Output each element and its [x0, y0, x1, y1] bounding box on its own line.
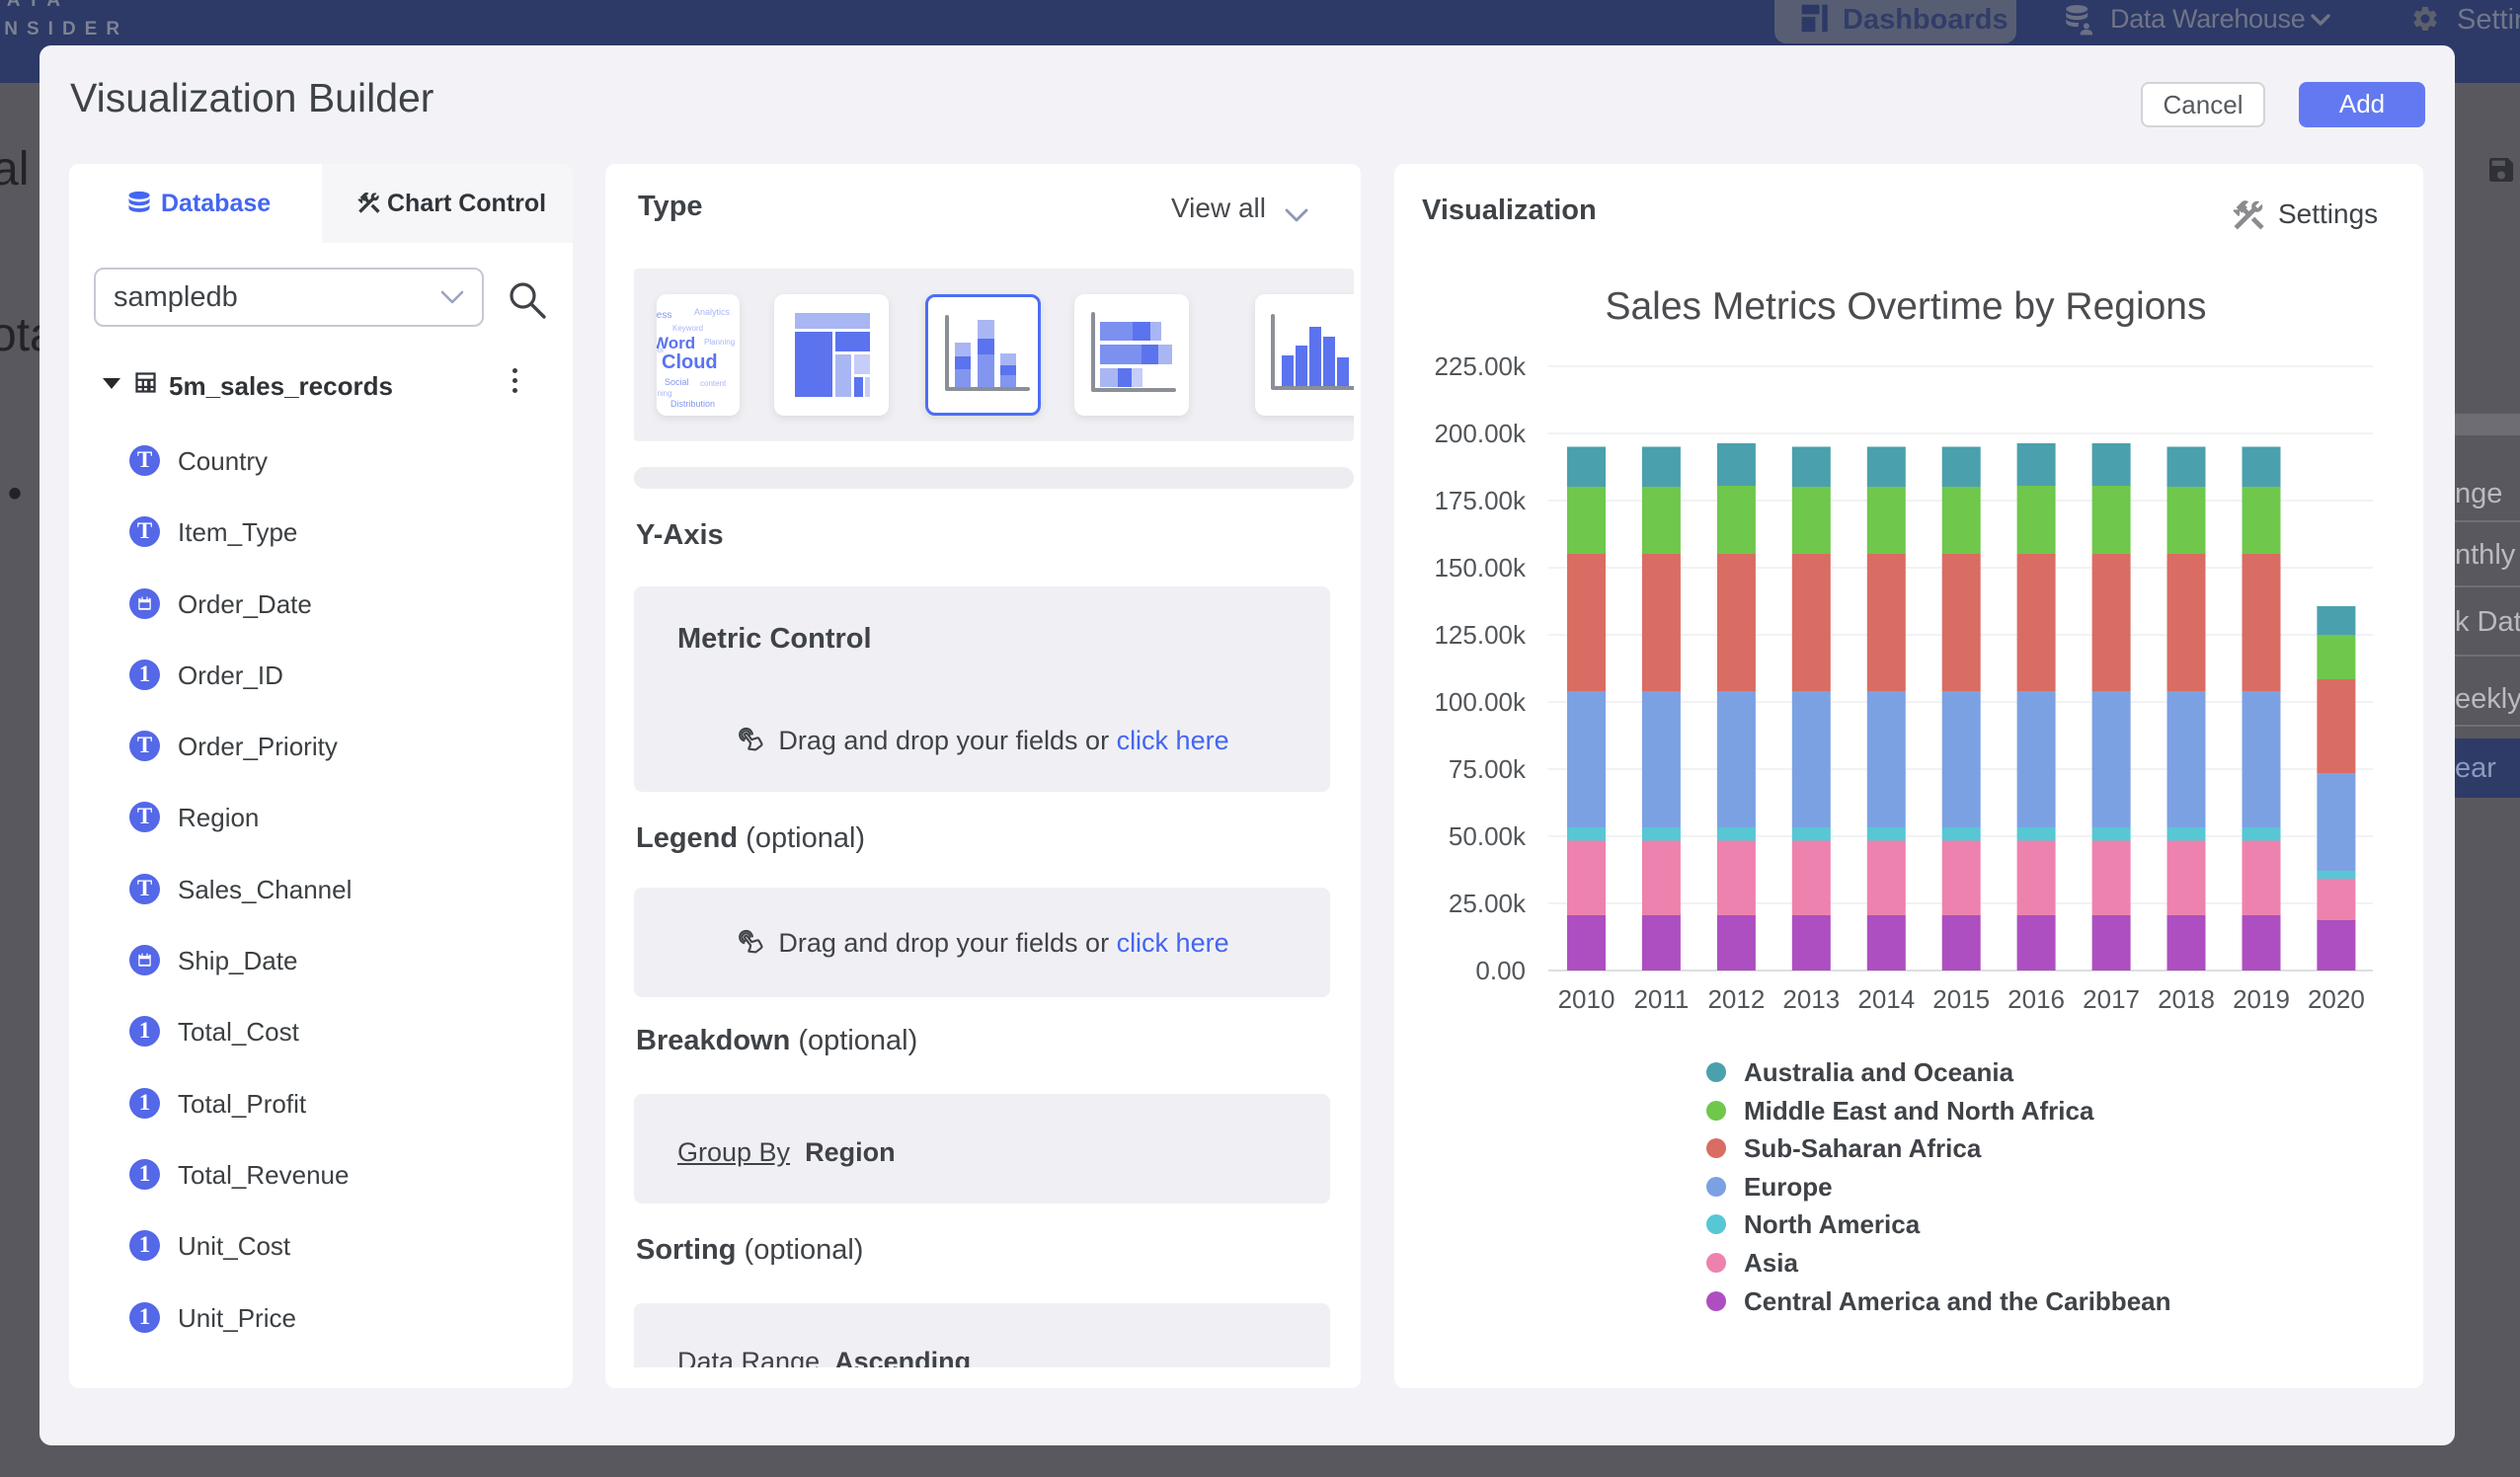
svg-text:Sales Metrics Overtime by Regi: Sales Metrics Overtime by Regions [1605, 285, 2206, 328]
svg-text:75.00k: 75.00k [1449, 754, 1527, 784]
svg-text:125.00k: 125.00k [1434, 620, 1527, 650]
svg-text:0.00: 0.00 [1475, 956, 1526, 985]
svg-text:Central America and the Caribb: Central America and the Caribbean [1744, 1286, 2171, 1316]
svg-text:2011: 2011 [1633, 984, 1689, 1014]
svg-text:2018: 2018 [2158, 984, 2215, 1014]
svg-text:2017: 2017 [2083, 984, 2140, 1014]
svg-text:2012: 2012 [1707, 984, 1765, 1014]
svg-text:2019: 2019 [2233, 984, 2290, 1014]
svg-text:175.00k: 175.00k [1434, 486, 1527, 515]
svg-text:Sub-Saharan Africa: Sub-Saharan Africa [1744, 1133, 1982, 1163]
svg-text:North America: North America [1744, 1209, 1921, 1239]
svg-text:200.00k: 200.00k [1434, 419, 1527, 448]
svg-text:Middle East and North Africa: Middle East and North Africa [1744, 1096, 2094, 1126]
svg-text:2016: 2016 [2008, 984, 2065, 1014]
svg-text:2010: 2010 [1558, 984, 1615, 1014]
svg-text:Europe: Europe [1744, 1172, 1833, 1202]
svg-text:Australia and Oceania: Australia and Oceania [1744, 1057, 2014, 1087]
svg-text:2013: 2013 [1782, 984, 1840, 1014]
svg-text:100.00k: 100.00k [1434, 687, 1527, 717]
svg-text:25.00k: 25.00k [1449, 889, 1527, 918]
svg-text:Asia: Asia [1744, 1248, 1798, 1278]
svg-text:225.00k: 225.00k [1434, 351, 1527, 381]
svg-text:2015: 2015 [1932, 984, 1990, 1014]
svg-text:2020: 2020 [2308, 984, 2365, 1014]
svg-text:50.00k: 50.00k [1449, 821, 1527, 851]
svg-text:2014: 2014 [1857, 984, 1915, 1014]
svg-text:150.00k: 150.00k [1434, 553, 1527, 583]
